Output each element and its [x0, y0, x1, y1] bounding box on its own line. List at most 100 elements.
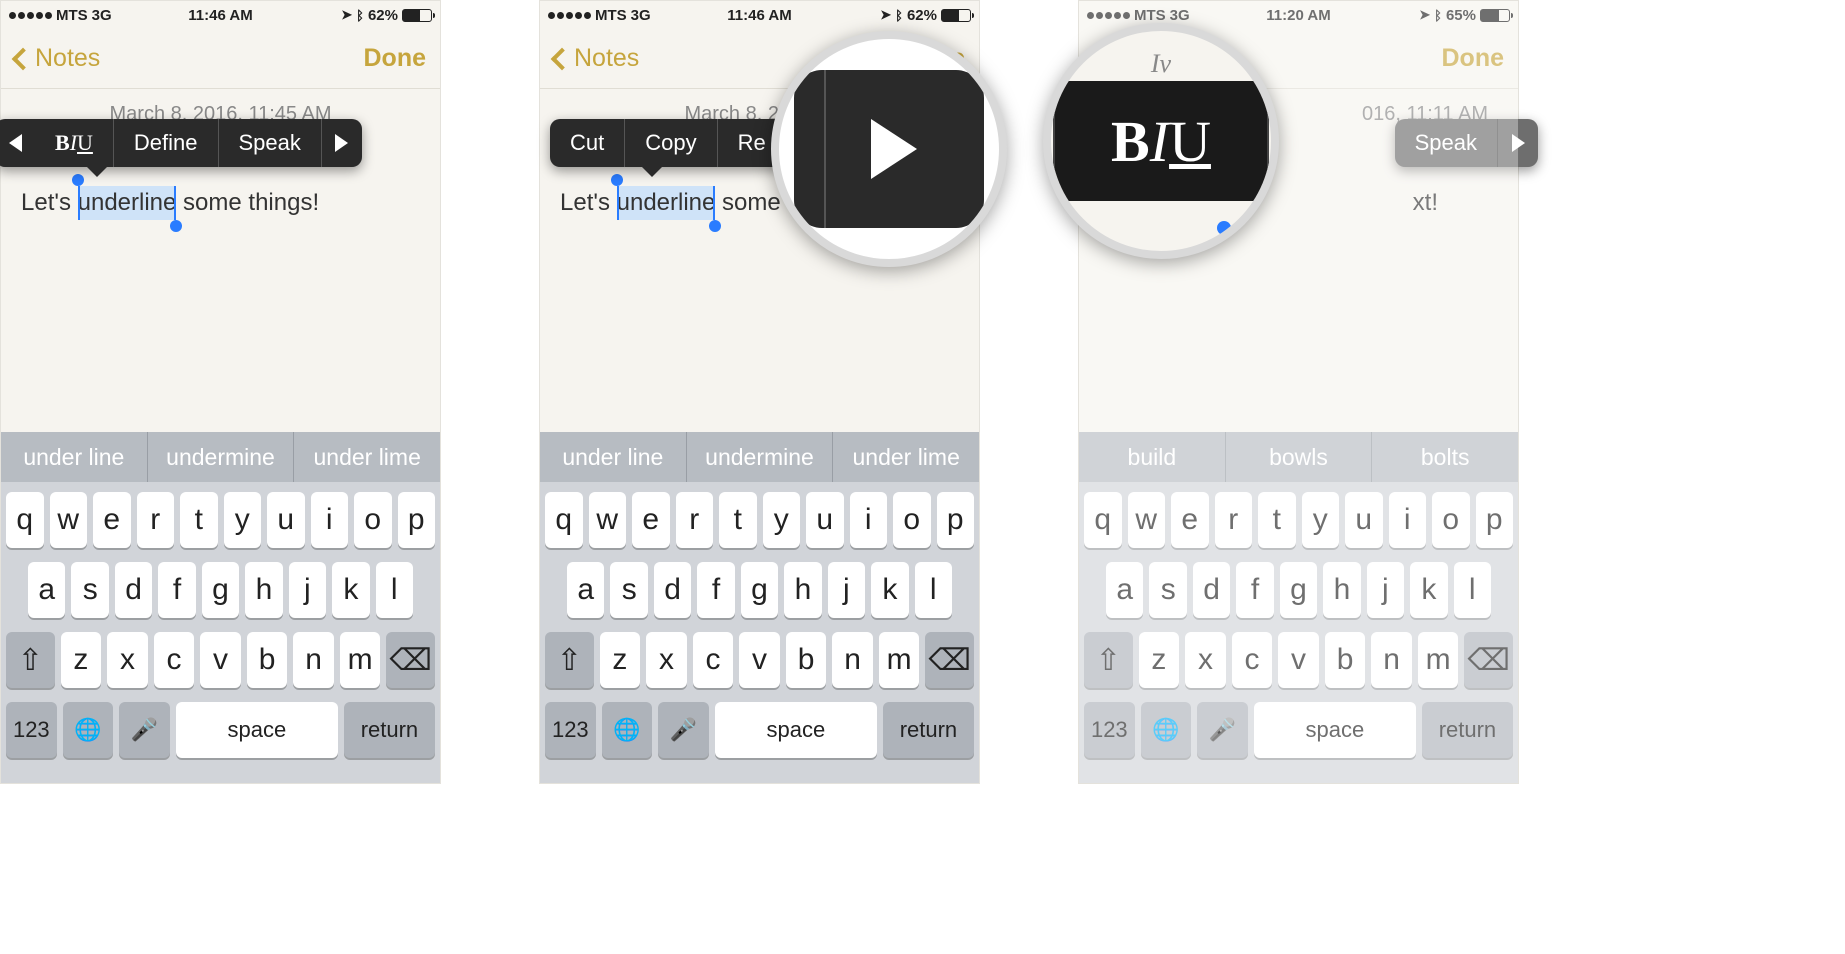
- key-y[interactable]: y: [1302, 492, 1340, 548]
- key-o[interactable]: o: [1432, 492, 1470, 548]
- suggestion-1[interactable]: under line: [540, 432, 687, 482]
- key-d[interactable]: d: [1193, 562, 1230, 618]
- done-button[interactable]: Done: [1442, 44, 1505, 73]
- shift-key[interactable]: ⇧: [1084, 632, 1133, 688]
- numbers-key[interactable]: 123: [1084, 702, 1135, 758]
- key-v[interactable]: v: [1278, 632, 1319, 688]
- key-y[interactable]: y: [224, 492, 262, 548]
- key-b[interactable]: b: [247, 632, 288, 688]
- key-y[interactable]: y: [763, 492, 801, 548]
- biu-button[interactable]: BIU: [35, 119, 114, 167]
- mic-key[interactable]: 🎤: [1197, 702, 1248, 758]
- key-k[interactable]: k: [1410, 562, 1447, 618]
- key-x[interactable]: x: [107, 632, 148, 688]
- context-menu-prev[interactable]: [0, 119, 35, 167]
- backspace-key[interactable]: ⌫: [386, 632, 435, 688]
- key-s[interactable]: s: [610, 562, 647, 618]
- key-x[interactable]: x: [646, 632, 687, 688]
- key-x[interactable]: x: [1185, 632, 1226, 688]
- key-j[interactable]: j: [828, 562, 865, 618]
- suggestion-2[interactable]: bowls: [1226, 432, 1373, 482]
- key-f[interactable]: f: [158, 562, 195, 618]
- key-t[interactable]: t: [1258, 492, 1296, 548]
- key-w[interactable]: w: [1128, 492, 1166, 548]
- key-j[interactable]: j: [289, 562, 326, 618]
- key-e[interactable]: e: [632, 492, 670, 548]
- back-button[interactable]: Notes: [554, 44, 639, 73]
- speak-button[interactable]: Speak: [219, 119, 322, 167]
- key-q[interactable]: q: [545, 492, 583, 548]
- key-k[interactable]: k: [871, 562, 908, 618]
- speak-button[interactable]: Speak: [1395, 119, 1498, 167]
- copy-button[interactable]: Copy: [625, 119, 717, 167]
- key-t[interactable]: t: [180, 492, 218, 548]
- key-p[interactable]: p: [937, 492, 975, 548]
- key-n[interactable]: n: [293, 632, 334, 688]
- key-z[interactable]: z: [61, 632, 102, 688]
- suggestion-3[interactable]: under lime: [294, 432, 440, 482]
- globe-key[interactable]: 🌐: [602, 702, 653, 758]
- key-v[interactable]: v: [739, 632, 780, 688]
- key-i[interactable]: i: [1389, 492, 1427, 548]
- biu-button-zoom[interactable]: BIU: [1053, 81, 1269, 201]
- suggestion-1[interactable]: build: [1079, 432, 1226, 482]
- suggestion-3[interactable]: under lime: [833, 432, 979, 482]
- cut-button[interactable]: Cut: [550, 119, 625, 167]
- space-key[interactable]: space: [176, 702, 338, 758]
- key-r[interactable]: r: [137, 492, 175, 548]
- note-content[interactable]: March 8, 2016, 11:45 AM BIU Define Speak…: [1, 89, 440, 234]
- key-r[interactable]: r: [676, 492, 714, 548]
- return-key[interactable]: return: [1422, 702, 1513, 758]
- key-c[interactable]: c: [693, 632, 734, 688]
- numbers-key[interactable]: 123: [6, 702, 57, 758]
- key-f[interactable]: f: [697, 562, 734, 618]
- backspace-key[interactable]: ⌫: [925, 632, 974, 688]
- key-r[interactable]: r: [1215, 492, 1253, 548]
- key-h[interactable]: h: [245, 562, 282, 618]
- text-selection[interactable]: underline: [78, 186, 177, 220]
- context-menu-next[interactable]: [322, 119, 362, 167]
- key-q[interactable]: q: [6, 492, 44, 548]
- key-b[interactable]: b: [1325, 632, 1366, 688]
- key-k[interactable]: k: [332, 562, 369, 618]
- key-m[interactable]: m: [1418, 632, 1459, 688]
- return-key[interactable]: return: [883, 702, 974, 758]
- key-a[interactable]: a: [28, 562, 65, 618]
- key-u[interactable]: u: [1345, 492, 1383, 548]
- key-i[interactable]: i: [850, 492, 888, 548]
- key-l[interactable]: l: [376, 562, 413, 618]
- key-j[interactable]: j: [1367, 562, 1404, 618]
- key-t[interactable]: t: [719, 492, 757, 548]
- key-n[interactable]: n: [832, 632, 873, 688]
- suggestion-3[interactable]: bolts: [1372, 432, 1518, 482]
- key-g[interactable]: g: [1280, 562, 1317, 618]
- key-i[interactable]: i: [311, 492, 349, 548]
- key-p[interactable]: p: [1476, 492, 1514, 548]
- done-button[interactable]: Done: [364, 44, 427, 73]
- numbers-key[interactable]: 123: [545, 702, 596, 758]
- mic-key[interactable]: 🎤: [119, 702, 170, 758]
- key-g[interactable]: g: [202, 562, 239, 618]
- key-z[interactable]: z: [1139, 632, 1180, 688]
- key-e[interactable]: e: [1171, 492, 1209, 548]
- key-m[interactable]: m: [879, 632, 920, 688]
- key-m[interactable]: m: [340, 632, 381, 688]
- key-l[interactable]: l: [1454, 562, 1491, 618]
- key-c[interactable]: c: [1232, 632, 1273, 688]
- shift-key[interactable]: ⇧: [6, 632, 55, 688]
- key-f[interactable]: f: [1236, 562, 1273, 618]
- text-selection[interactable]: underline: [617, 186, 716, 220]
- key-v[interactable]: v: [200, 632, 241, 688]
- key-h[interactable]: h: [1323, 562, 1360, 618]
- key-c[interactable]: c: [154, 632, 195, 688]
- suggestion-2[interactable]: undermine: [148, 432, 295, 482]
- key-g[interactable]: g: [741, 562, 778, 618]
- context-menu-next-zoom[interactable]: [794, 70, 984, 228]
- key-d[interactable]: d: [115, 562, 152, 618]
- key-p[interactable]: p: [398, 492, 436, 548]
- key-o[interactable]: o: [893, 492, 931, 548]
- key-u[interactable]: u: [806, 492, 844, 548]
- shift-key[interactable]: ⇧: [545, 632, 594, 688]
- key-w[interactable]: w: [589, 492, 627, 548]
- note-text[interactable]: Let's underline some things!: [21, 186, 420, 220]
